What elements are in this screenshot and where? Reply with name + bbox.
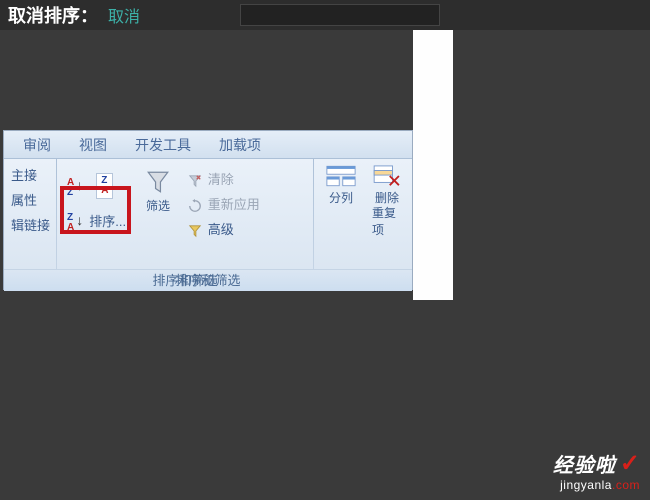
tab-review[interactable]: 审阅 (9, 132, 65, 158)
tab-developer[interactable]: 开发工具 (121, 132, 205, 158)
advanced-icon (188, 224, 202, 238)
search-input[interactable] (240, 4, 440, 26)
top-bar-teal-text: 取消 (108, 3, 140, 27)
connections-item-1[interactable]: 主接 (8, 163, 53, 186)
tab-addins[interactable]: 加载项 (205, 132, 275, 158)
group-connections: 主接 属性 辑链接 (4, 159, 56, 269)
watermark: 经验啦 ✓ jingyanla.com (553, 449, 640, 492)
group-sort-filter-label: 排序和筛选 (57, 271, 313, 291)
sort-ascending-button[interactable]: A Z ↓ (63, 169, 83, 202)
sort-az-icon: A Z ↓ (66, 177, 75, 199)
remove-duplicates-label-2: 重复项 (372, 204, 402, 238)
top-bar-partial-text: 取消排序： (8, 2, 98, 28)
sort-label[interactable]: 排序... (86, 209, 129, 232)
watermark-check-icon: ✓ (620, 449, 640, 478)
connections-item-3[interactable]: 辑链接 (8, 213, 53, 236)
filter-button[interactable]: 筛选 (139, 167, 177, 216)
remove-duplicates-icon (372, 165, 402, 187)
columns-icon (326, 165, 356, 187)
connections-item-2[interactable]: 属性 (8, 188, 53, 211)
remove-duplicates-button[interactable]: 删除 重复项 (366, 163, 408, 240)
group-sort-filter: A Z ↓ Z A (57, 159, 313, 269)
sort-dialog-icon: Z A (96, 173, 113, 199)
watermark-brand: 经验啦 (553, 449, 616, 478)
reapply-filter-button[interactable]: 重新应用 (185, 192, 263, 215)
watermark-url: jingyanla.com (560, 478, 640, 492)
clear-icon (188, 174, 202, 188)
reapply-icon (188, 199, 202, 213)
group-data-tools: 分列 删除 重复项 (314, 159, 412, 269)
white-vertical-strip (413, 30, 453, 300)
text-to-columns-label: 分列 (329, 189, 353, 206)
advanced-filter-button[interactable]: 高级 (185, 217, 263, 240)
tab-view[interactable]: 视图 (65, 132, 121, 158)
sort-descending-button[interactable]: Z A ↓ (63, 204, 83, 237)
funnel-icon (145, 169, 171, 195)
ribbon-body: 主接 属性 辑链接 A Z ↓ (4, 159, 412, 269)
sort-za-icon: Z A ↓ (66, 212, 75, 234)
top-bar: 取消排序： 取消 (0, 0, 650, 30)
ribbon-tabs: 审阅 视图 开发工具 加载项 (4, 131, 412, 159)
sort-dialog-button[interactable]: Z A (90, 171, 119, 201)
ribbon: 审阅 视图 开发工具 加载项 主接 属性 辑链接 (3, 130, 413, 290)
text-to-columns-button[interactable]: 分列 (320, 163, 362, 208)
filter-label: 筛选 (146, 197, 170, 214)
clear-filter-button[interactable]: 清除 (185, 167, 263, 190)
